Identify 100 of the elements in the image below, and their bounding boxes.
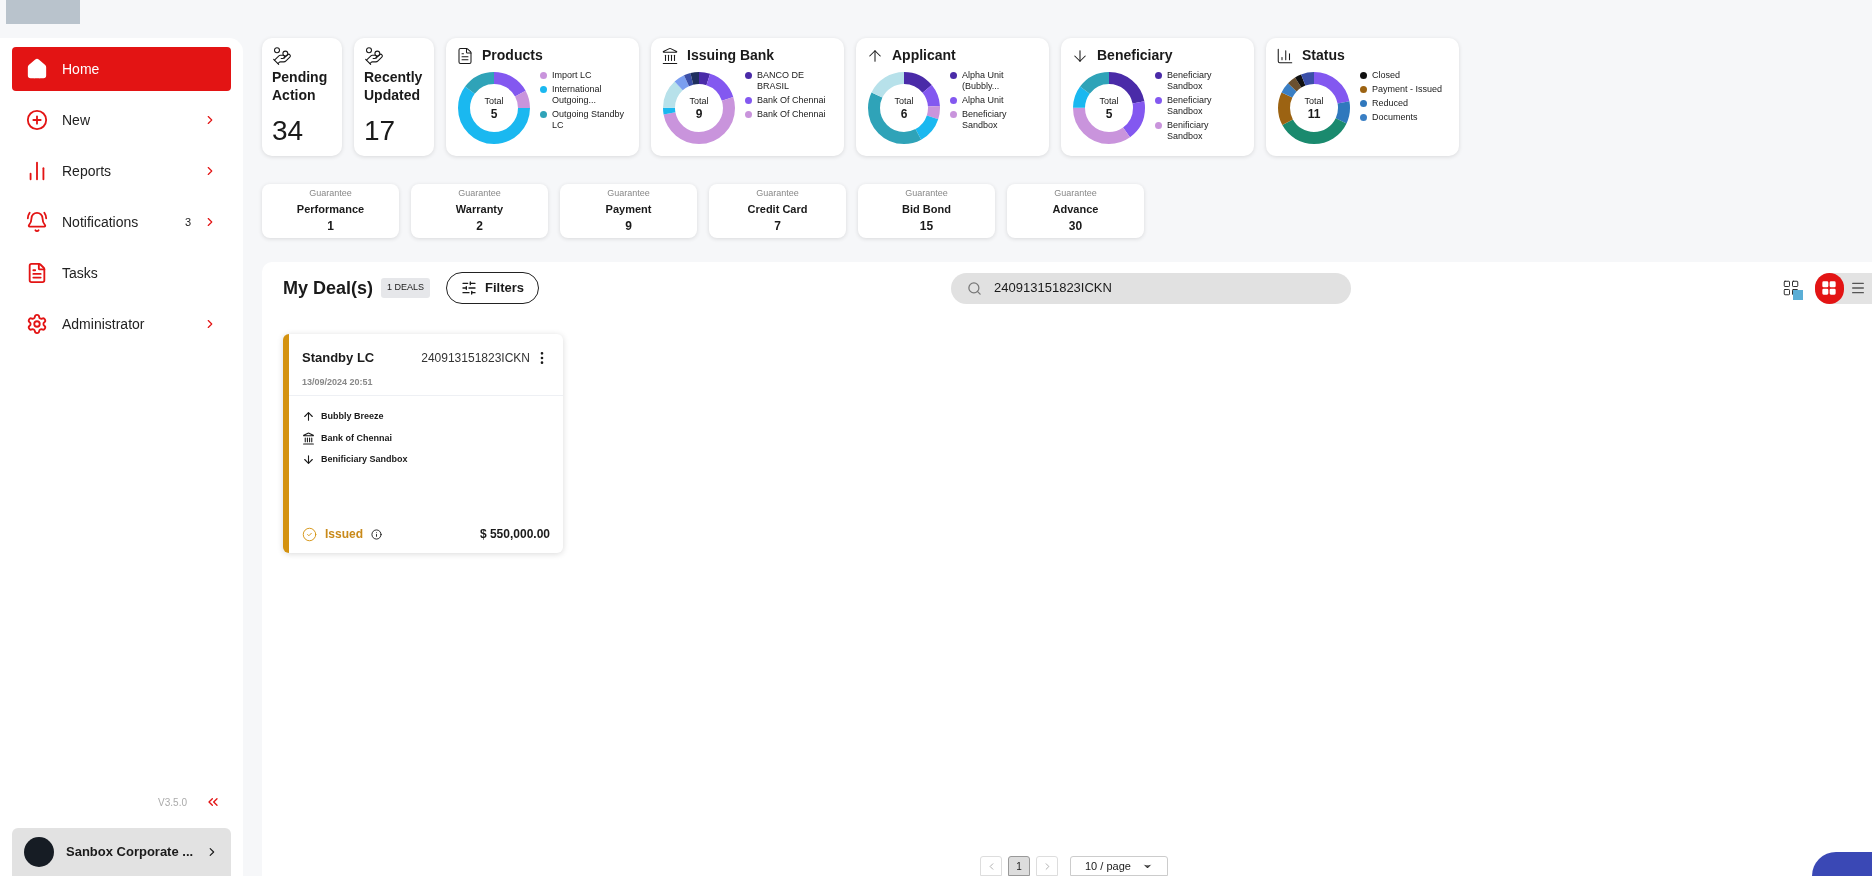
list-icon: [1849, 280, 1866, 296]
chart-card[interactable]: Applicant Total 6 Alpha Unit (Bubbly... Alpha Unit Beneficiary Sandbox: [856, 38, 1049, 156]
guarantee-card[interactable]: Guarantee Advance 30: [1007, 184, 1144, 238]
card-title: Status: [1302, 46, 1345, 65]
guarantee-card[interactable]: Guarantee Performance 1: [262, 184, 399, 238]
nav-item[interactable]: New: [12, 98, 231, 142]
product-name: Standby LC: [302, 349, 376, 367]
nav-item[interactable]: Tasks: [12, 251, 231, 295]
guarantee-count: 30: [1068, 218, 1083, 235]
version-label: V3.5.0: [158, 795, 187, 810]
nav-item[interactable]: Administrator: [12, 302, 231, 346]
bank-icon: [302, 431, 315, 445]
nav-icon: [26, 313, 48, 335]
guarantee-type: Warranty: [455, 201, 504, 217]
card-caption: Guarantee: [458, 187, 501, 200]
card-title: Issuing Bank: [687, 46, 775, 65]
guarantee-type: Advance: [1052, 201, 1099, 217]
card-title: Recently Updated: [364, 68, 424, 104]
card-caption: Guarantee: [309, 187, 352, 200]
nav-icon: [26, 109, 48, 131]
applicant-icon: [302, 410, 315, 424]
reference-number: 240913151823ICKN: [421, 349, 530, 367]
nav-icon: [26, 262, 48, 284]
guarantee-type: Bid Bond: [902, 201, 951, 217]
legend-label: Closed: [1372, 70, 1400, 81]
deal-card[interactable]: Standby LC 240913151823ICKN 13/09/2024 20:51 Bubbly Breeze Bank of Chennai Benificiary Sandbox Issued $ 550,000.00: [283, 334, 563, 553]
grid-icon: [1821, 280, 1838, 296]
account-switcher[interactable]: Sanbox Corporate ...: [12, 828, 231, 876]
sliders-icon: [461, 280, 478, 296]
chart-card[interactable]: Products Total 5 Import LC International Outgoing... Outgoing Standby LC: [446, 38, 639, 156]
grid-view-button[interactable]: [1815, 272, 1844, 304]
legend-label: BANCO DE BRASIL: [757, 70, 805, 92]
chart-card[interactable]: Status Total 11 Closed Payment - Issued Reduced Documents: [1266, 38, 1459, 156]
nav-item[interactable]: Notifications 3: [12, 200, 231, 244]
account-avatar: [24, 837, 54, 867]
card-title: Products: [482, 46, 543, 65]
total-label: Total: [1304, 95, 1324, 107]
guarantee-card[interactable]: Guarantee Warranty 2: [411, 184, 548, 238]
section-title: My Deal(s): [283, 276, 374, 300]
guarantee-count: 15: [919, 218, 934, 235]
guarantee-type: Credit Card: [747, 201, 808, 217]
legend-label: Alpha Unit: [962, 95, 1004, 106]
total-value: 9: [695, 106, 703, 121]
total-label: Total: [1099, 95, 1119, 107]
status-label: Issued: [325, 526, 363, 543]
total-value: 5: [490, 106, 498, 121]
search-field[interactable]: 240913151823ICKN: [951, 272, 1352, 304]
guarantee-card[interactable]: Guarantee Credit Card 7: [709, 184, 846, 238]
guarantee-count: 9: [625, 218, 632, 235]
guarantee-type: Performance: [296, 201, 365, 217]
guarantee-type: Payment: [605, 201, 652, 217]
legend-label: Bank Of Chennai: [757, 95, 826, 106]
page-button[interactable]: 1: [1008, 856, 1030, 876]
info-icon[interactable]: [371, 528, 382, 540]
party-name: Bubbly Breeze: [321, 410, 384, 423]
legend-label: Import LC: [552, 70, 592, 81]
card-icon: [456, 46, 474, 65]
card-value: 17: [364, 114, 397, 148]
total-label: Total: [689, 95, 709, 107]
legend-label: Beneficiary Sandbox: [1167, 95, 1213, 117]
chart-card[interactable]: Issuing Bank Total 9 BANCO DE BRASIL Bank Of Chennai Bank Of Chennai: [651, 38, 844, 156]
chat-button[interactable]: [1812, 852, 1872, 876]
total-label: Total: [484, 95, 504, 107]
guarantee-card[interactable]: Guarantee Payment 9: [560, 184, 697, 238]
total-value: 6: [900, 106, 908, 121]
card-caption: Guarantee: [756, 187, 799, 200]
legend-label: Outgoing Standby LC: [552, 109, 626, 131]
chart-card[interactable]: Beneficiary Total 5 Beneficiary Sandbox Beneficiary Sandbox Benificiary Sandbox: [1061, 38, 1254, 156]
summary-card[interactable]: Pending Action 34: [262, 38, 342, 156]
legend-label: Benificiary Sandbox: [1167, 120, 1210, 142]
guarantee-count: 7: [774, 218, 781, 235]
search-icon: [967, 280, 983, 296]
nav-item[interactable]: Home: [12, 47, 231, 91]
card-title: Beneficiary: [1097, 46, 1173, 65]
guarantee-card[interactable]: Guarantee Bid Bond 15: [858, 184, 995, 238]
nav-item[interactable]: Reports: [12, 149, 231, 193]
card-title: Applicant: [892, 46, 956, 65]
party-name: Bank of Chennai: [321, 431, 392, 445]
legend-label: Beneficiary Sandbox: [962, 109, 1008, 131]
legend-label: Payment - Issued: [1372, 84, 1443, 95]
legend-label: Reduced: [1372, 98, 1409, 109]
card-caption: Guarantee: [905, 187, 948, 200]
notification-count: 3: [184, 214, 191, 230]
beneficiary-icon: [302, 453, 315, 467]
check-icon: [302, 526, 317, 542]
total-label: Total: [894, 95, 914, 107]
guarantee-count: 1: [327, 218, 334, 235]
nav-icon: [26, 58, 48, 80]
card-icon: [1276, 46, 1294, 65]
card-caption: Guarantee: [1054, 187, 1097, 200]
summary-card[interactable]: Recently Updated 17: [354, 38, 434, 156]
hand-coin-icon: [364, 46, 384, 66]
legend-label: Bank Of Chennai: [757, 109, 826, 120]
page-size-select[interactable]: 10 / page: [1070, 856, 1168, 876]
legend-label: Beneficiary Sandbox: [1167, 70, 1213, 92]
search-input[interactable]: 240913151823ICKN: [994, 278, 1336, 298]
nav-icon: [26, 211, 48, 233]
total-value: 5: [1105, 106, 1113, 121]
deal-count-badge: 1 DEALS: [381, 278, 431, 298]
legend-label: Documents: [1372, 112, 1418, 123]
